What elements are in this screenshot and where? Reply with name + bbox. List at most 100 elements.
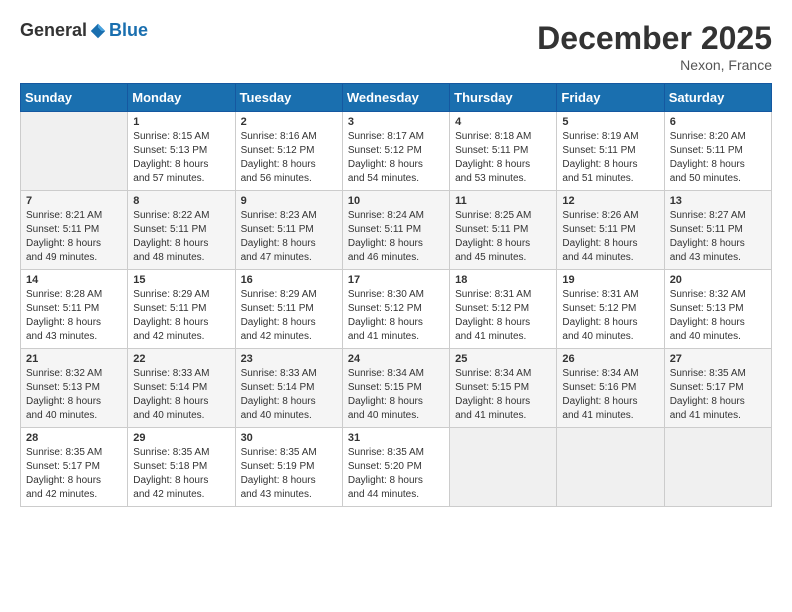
calendar-cell: 12Sunrise: 8:26 AMSunset: 5:11 PMDayligh… [557, 191, 664, 270]
cell-text: and 46 minutes. [348, 251, 444, 265]
day-number: 29 [133, 432, 229, 444]
calendar-cell: 26Sunrise: 8:34 AMSunset: 5:16 PMDayligh… [557, 349, 664, 428]
day-number: 7 [26, 195, 122, 207]
cell-text: Sunset: 5:11 PM [670, 144, 766, 158]
cell-text: Sunset: 5:11 PM [455, 144, 551, 158]
cell-text: Sunset: 5:11 PM [133, 223, 229, 237]
cell-text: Daylight: 8 hours [670, 395, 766, 409]
cell-text: Sunrise: 8:25 AM [455, 209, 551, 223]
calendar-header: Sunday Monday Tuesday Wednesday Thursday… [21, 84, 772, 112]
cell-text: Sunset: 5:11 PM [241, 302, 337, 316]
cell-text: Sunset: 5:14 PM [241, 381, 337, 395]
cell-text: Sunset: 5:11 PM [26, 302, 122, 316]
calendar-cell: 20Sunrise: 8:32 AMSunset: 5:13 PMDayligh… [664, 270, 771, 349]
cell-text: Daylight: 8 hours [670, 316, 766, 330]
day-number: 31 [348, 432, 444, 444]
calendar-cell [450, 428, 557, 507]
day-number: 21 [26, 353, 122, 365]
calendar-cell: 5Sunrise: 8:19 AMSunset: 5:11 PMDaylight… [557, 112, 664, 191]
calendar-cell: 13Sunrise: 8:27 AMSunset: 5:11 PMDayligh… [664, 191, 771, 270]
calendar-cell [664, 428, 771, 507]
cell-text: Sunrise: 8:15 AM [133, 130, 229, 144]
calendar-cell: 19Sunrise: 8:31 AMSunset: 5:12 PMDayligh… [557, 270, 664, 349]
cell-text: Daylight: 8 hours [26, 474, 122, 488]
cell-text: Sunset: 5:19 PM [241, 460, 337, 474]
cell-text: Daylight: 8 hours [670, 158, 766, 172]
title-block: December 2025 Nexon, France [537, 20, 772, 73]
day-number: 25 [455, 353, 551, 365]
cell-text: and 41 minutes. [455, 330, 551, 344]
calendar-cell: 4 Sunrise: 8:18 AMSunset: 5:11 PMDaylight… [450, 112, 557, 191]
cell-text: Sunrise: 8:35 AM [241, 446, 337, 460]
cell-text: Sunrise: 8:29 AM [133, 288, 229, 302]
calendar-cell: 29Sunrise: 8:35 AMSunset: 5:18 PMDayligh… [128, 428, 235, 507]
cell-text: Sunset: 5:11 PM [241, 223, 337, 237]
cell-text: Sunrise: 8:35 AM [670, 367, 766, 381]
cell-text: and 42 minutes. [241, 330, 337, 344]
cell-text: Daylight: 8 hours [241, 395, 337, 409]
cell-text: Sunset: 5:20 PM [348, 460, 444, 474]
cell-text: Daylight: 8 hours [133, 474, 229, 488]
page: General Blue December 2025 Nexon, France… [20, 20, 772, 507]
cell-text: and 40 minutes. [26, 409, 122, 423]
cell-text: Daylight: 8 hours [455, 158, 551, 172]
day-number: 4 [455, 116, 551, 128]
header-monday: Monday [128, 84, 235, 112]
day-number: 1 [133, 116, 229, 128]
cell-text: Sunrise: 8:16 AM [241, 130, 337, 144]
calendar-cell: 21Sunrise: 8:32 AMSunset: 5:13 PMDayligh… [21, 349, 128, 428]
cell-text: Sunrise: 8:21 AM [26, 209, 122, 223]
calendar-cell: 27Sunrise: 8:35 AMSunset: 5:17 PMDayligh… [664, 349, 771, 428]
cell-text: and 44 minutes. [562, 251, 658, 265]
cell-text: Sunrise: 8:30 AM [348, 288, 444, 302]
cell-text: and 41 minutes. [455, 409, 551, 423]
cell-text: Sunrise: 8:17 AM [348, 130, 444, 144]
cell-text: and 53 minutes. [455, 172, 551, 186]
cell-text: Sunset: 5:15 PM [348, 381, 444, 395]
cell-text: and 51 minutes. [562, 172, 658, 186]
cell-text: Sunset: 5:13 PM [26, 381, 122, 395]
cell-text: Sunset: 5:18 PM [133, 460, 229, 474]
day-number: 20 [670, 274, 766, 286]
cell-text: Sunset: 5:17 PM [670, 381, 766, 395]
cell-text: Sunset: 5:16 PM [562, 381, 658, 395]
cell-text: and 42 minutes. [26, 488, 122, 502]
day-number: 15 [133, 274, 229, 286]
cell-text: Daylight: 8 hours [133, 158, 229, 172]
cell-text: and 41 minutes. [348, 330, 444, 344]
cell-text: Sunset: 5:11 PM [562, 223, 658, 237]
calendar-week-4: 28Sunrise: 8:35 AMSunset: 5:17 PMDayligh… [21, 428, 772, 507]
day-number: 26 [562, 353, 658, 365]
calendar-cell: 8Sunrise: 8:22 AMSunset: 5:11 PMDaylight… [128, 191, 235, 270]
cell-text: and 40 minutes. [241, 409, 337, 423]
cell-text: Sunset: 5:11 PM [562, 144, 658, 158]
cell-text: and 41 minutes. [562, 409, 658, 423]
day-number: 23 [241, 353, 337, 365]
calendar-cell [21, 112, 128, 191]
cell-text: Sunset: 5:11 PM [455, 223, 551, 237]
logo-blue-text: Blue [109, 20, 148, 41]
cell-text: Daylight: 8 hours [348, 395, 444, 409]
month-title: December 2025 [537, 20, 772, 57]
day-number: 10 [348, 195, 444, 207]
cell-text: Daylight: 8 hours [241, 237, 337, 251]
cell-text: and 40 minutes. [348, 409, 444, 423]
cell-text: Daylight: 8 hours [26, 237, 122, 251]
cell-text: Sunrise: 8:26 AM [562, 209, 658, 223]
cell-text: Sunset: 5:11 PM [670, 223, 766, 237]
calendar-body: 1 Sunrise: 8:15 AM Sunset: 5:13 PM Daylight… [21, 112, 772, 507]
cell-text: Sunset: 5:12 PM [455, 302, 551, 316]
calendar-cell: 30Sunrise: 8:35 AMSunset: 5:19 PMDayligh… [235, 428, 342, 507]
cell-text: Sunrise: 8:24 AM [348, 209, 444, 223]
cell-text: and 40 minutes. [670, 330, 766, 344]
logo-icon [89, 22, 107, 40]
cell-text: and 45 minutes. [455, 251, 551, 265]
cell-text: Sunrise: 8:18 AM [455, 130, 551, 144]
day-number: 9 [241, 195, 337, 207]
calendar-cell: 9Sunrise: 8:23 AMSunset: 5:11 PMDaylight… [235, 191, 342, 270]
cell-text: Daylight: 8 hours [455, 316, 551, 330]
cell-text: Sunrise: 8:32 AM [26, 367, 122, 381]
cell-text: Sunrise: 8:35 AM [348, 446, 444, 460]
header-sunday: Sunday [21, 84, 128, 112]
cell-text: Sunset: 5:12 PM [241, 144, 337, 158]
